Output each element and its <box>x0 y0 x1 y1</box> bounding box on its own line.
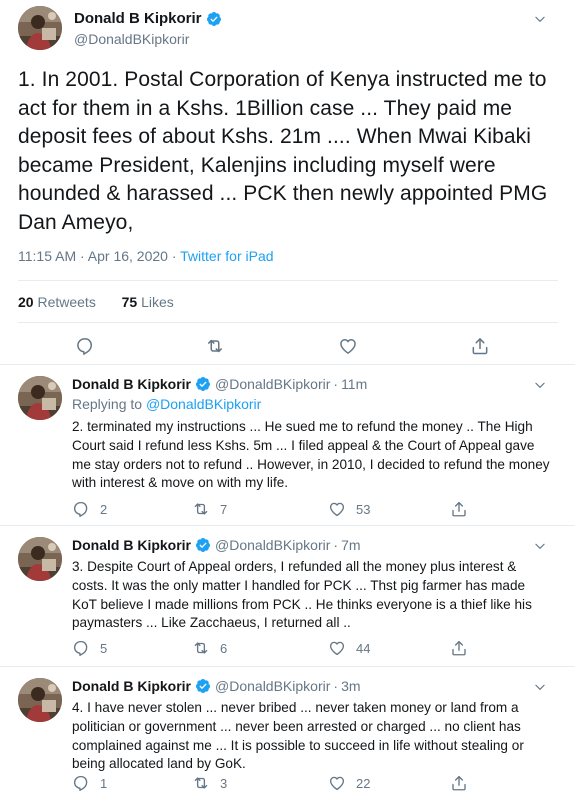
retweet-button[interactable]: 6 <box>192 639 227 657</box>
retweet-icon <box>192 639 210 657</box>
avatar-photo <box>18 537 62 581</box>
retweet-count: 3 <box>220 775 228 791</box>
reply-button[interactable]: 2 <box>72 500 107 518</box>
tweet-source-link[interactable]: Twitter for iPad <box>180 248 273 264</box>
retweets-label: Retweets <box>33 294 96 310</box>
retweet-count: 7 <box>220 501 228 517</box>
author-handle[interactable]: @DonaldBKipkorir <box>74 31 189 47</box>
like-count: 44 <box>356 640 371 656</box>
heart-icon <box>328 774 346 792</box>
chevron-down-icon[interactable] <box>533 539 547 553</box>
likes-stat[interactable]: 75 Likes <box>122 294 174 310</box>
retweet-icon[interactable] <box>205 336 225 356</box>
retweet-button[interactable]: 7 <box>192 500 227 518</box>
avatar[interactable] <box>18 376 62 420</box>
author-handle[interactable]: @DonaldBKipkorir <box>215 537 330 553</box>
avatar-photo <box>18 6 62 50</box>
replying-to-mention[interactable]: @DonaldBKipkorir <box>146 396 261 412</box>
separator-dot: · <box>333 537 339 553</box>
author-name[interactable]: Donald B Kipkorir <box>72 376 191 392</box>
tweet-time[interactable]: 3m <box>341 678 360 694</box>
share-button[interactable] <box>450 500 478 518</box>
like-count: 22 <box>356 775 371 791</box>
verified-badge-icon <box>206 11 222 27</box>
retweet-button[interactable]: 3 <box>192 774 227 792</box>
reply-button[interactable]: 1 <box>72 774 107 792</box>
avatar-photo <box>18 678 62 722</box>
reply-count: 1 <box>100 775 108 791</box>
reply-header: Donald B Kipkorir @DonaldBKipkorir · 7m <box>72 537 361 553</box>
reply-tweet[interactable]: Donald B Kipkorir @DonaldBKipkorir · 7m … <box>0 527 575 667</box>
like-button[interactable]: 44 <box>328 639 370 657</box>
reply-text: 3. Despite Court of Appeal orders, I ref… <box>72 559 532 631</box>
chevron-down-icon[interactable] <box>533 680 547 694</box>
tweet-time[interactable]: 11m <box>341 376 367 392</box>
author-handle[interactable]: @DonaldBKipkorir <box>215 376 330 392</box>
reply-tweet[interactable]: Donald B Kipkorir @DonaldBKipkorir · 11m… <box>0 366 575 526</box>
heart-icon[interactable] <box>338 336 358 356</box>
reply-icon[interactable] <box>75 336 95 356</box>
author-handle[interactable]: @DonaldBKipkorir <box>215 678 330 694</box>
share-button[interactable] <box>450 639 478 657</box>
author-name[interactable]: Donald B Kipkorir <box>74 10 222 27</box>
separator-dot: · <box>333 678 339 694</box>
retweet-icon <box>192 774 210 792</box>
avatar[interactable] <box>18 6 62 50</box>
reply-icon <box>72 774 90 792</box>
share-icon <box>450 774 468 792</box>
reply-icon <box>72 500 90 518</box>
reply-icon <box>72 639 90 657</box>
reply-actions: 2 7 53 <box>72 500 552 520</box>
chevron-down-icon[interactable] <box>533 378 547 392</box>
heart-icon <box>328 639 346 657</box>
verified-badge-icon <box>195 376 211 392</box>
reply-actions: 1 3 22 <box>72 774 552 794</box>
retweet-count: 6 <box>220 640 228 656</box>
verified-badge-icon <box>195 678 211 694</box>
like-count: 53 <box>356 501 371 517</box>
share-icon[interactable] <box>470 336 490 356</box>
likes-count: 75 <box>121 294 138 310</box>
reply-count: 5 <box>100 640 108 656</box>
retweets-stat[interactable]: 20 Retweets <box>18 294 96 310</box>
reply-text: 2. terminated my instructions ... He sue… <box>72 419 550 491</box>
reply-count: 2 <box>100 501 108 517</box>
separator-dot: · <box>333 376 339 392</box>
main-tweet: Donald B Kipkorir @DonaldBKipkorir 1. In… <box>0 0 575 365</box>
heart-icon <box>328 500 346 518</box>
divider <box>18 280 558 281</box>
like-button[interactable]: 53 <box>328 500 370 518</box>
avatar-photo <box>18 376 62 420</box>
share-icon <box>450 639 468 657</box>
tweet-stats: 20 Retweets 75 Likes <box>18 294 174 310</box>
share-button[interactable] <box>450 774 478 792</box>
reply-header: Donald B Kipkorir @DonaldBKipkorir · 3m <box>72 678 361 694</box>
replying-to-prefix: Replying to <box>72 396 146 412</box>
tweet-actions <box>0 336 575 360</box>
like-button[interactable]: 22 <box>328 774 370 792</box>
tweet-text: 1. In 2001. Postal Corporation of Kenya … <box>18 68 548 234</box>
avatar[interactable] <box>18 678 62 722</box>
reply-header: Donald B Kipkorir @DonaldBKipkorir · 11m <box>72 376 367 392</box>
verified-badge-icon <box>195 537 211 553</box>
likes-label: Likes <box>137 294 174 310</box>
reply-tweet[interactable]: Donald B Kipkorir @DonaldBKipkorir · 3m … <box>0 668 575 800</box>
reply-text: 4. I have never stolen ... never bribed … <box>72 700 524 772</box>
tweet-timestamp[interactable]: 11:15 AM · Apr 16, 2020 · <box>18 248 180 264</box>
reply-button[interactable]: 5 <box>72 639 107 657</box>
retweets-count: 20 <box>18 294 34 310</box>
tweet-meta: 11:15 AM · Apr 16, 2020 · Twitter for iP… <box>18 248 274 264</box>
divider <box>18 322 558 323</box>
author-name[interactable]: Donald B Kipkorir <box>72 678 191 694</box>
replying-to: Replying to @DonaldBKipkorir <box>72 396 261 412</box>
author-name[interactable]: Donald B Kipkorir <box>72 537 191 553</box>
retweet-icon <box>192 500 210 518</box>
tweet-time[interactable]: 7m <box>341 537 360 553</box>
chevron-down-icon[interactable] <box>533 12 547 26</box>
share-icon <box>450 500 468 518</box>
author-name-text[interactable]: Donald B Kipkorir <box>74 10 202 27</box>
reply-actions: 5 6 44 <box>72 639 552 659</box>
avatar[interactable] <box>18 537 62 581</box>
